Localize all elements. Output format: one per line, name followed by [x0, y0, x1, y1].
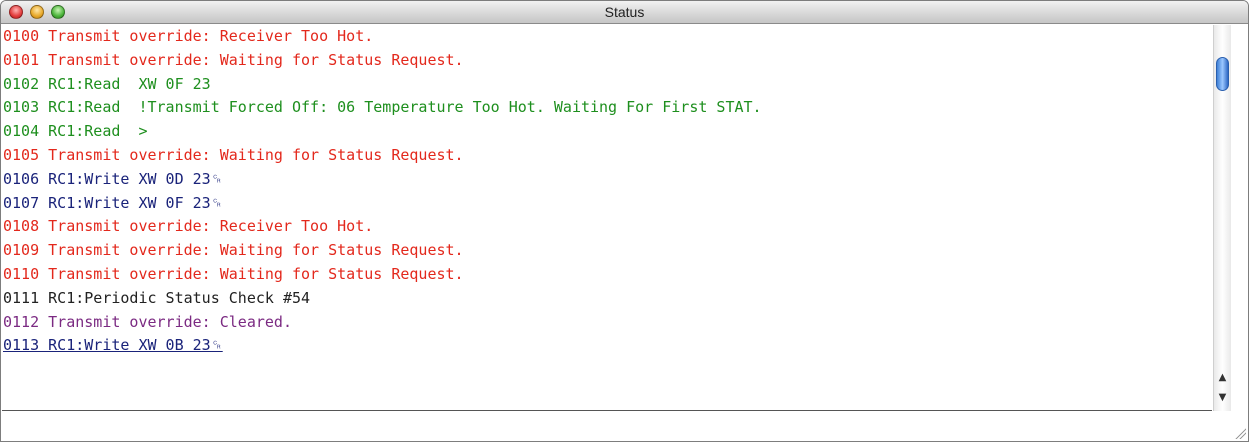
scroll-down-arrow-icon[interactable]: ▼ — [1217, 392, 1228, 404]
log-line: 0104 RC1:Read > — [3, 122, 148, 141]
log-line: 0111 RC1:Periodic Status Check #54 — [3, 288, 311, 307]
resize-grip-icon[interactable] — [1234, 427, 1246, 439]
window-title: Status — [604, 4, 645, 20]
title-bar[interactable]: Status — [1, 1, 1248, 24]
log-line: 0102 RC1:Read XW 0F 23 — [3, 74, 211, 93]
log-line: 0107 RC1:Write XW 0F 23␍ — [3, 193, 223, 212]
vertical-scrollbar[interactable]: ▲ ▼ — [1213, 25, 1231, 411]
log-line: 0105 Transmit override: Waiting for Stat… — [3, 145, 464, 164]
log-line: 0108 Transmit override: Receiver Too Hot… — [3, 217, 374, 236]
log-line: 0113 RC1:Write XW 0B 23␍ — [3, 336, 223, 355]
log-line: 0112 Transmit override: Cleared. — [3, 312, 292, 331]
log-line: 0103 RC1:Read !Transmit Forced Off: 06 T… — [3, 98, 762, 117]
command-input[interactable] — [2, 411, 1230, 441]
log-line: 0101 Transmit override: Waiting for Stat… — [3, 50, 464, 69]
status-window: Status 0100 Transmit override: Receiver … — [0, 0, 1249, 442]
scroll-thumb[interactable] — [1216, 57, 1229, 91]
log-line: 0109 Transmit override: Waiting for Stat… — [3, 241, 464, 260]
scroll-up-arrow-icon[interactable]: ▲ — [1217, 372, 1228, 384]
log-line: 0100 Transmit override: Receiver Too Hot… — [3, 27, 374, 45]
log-line: 0110 Transmit override: Waiting for Stat… — [3, 264, 464, 283]
log-line: 0106 RC1:Write XW 0D 23␍ — [3, 169, 223, 188]
status-log[interactable]: 0100 Transmit override: Receiver Too Hot… — [2, 25, 1212, 409]
